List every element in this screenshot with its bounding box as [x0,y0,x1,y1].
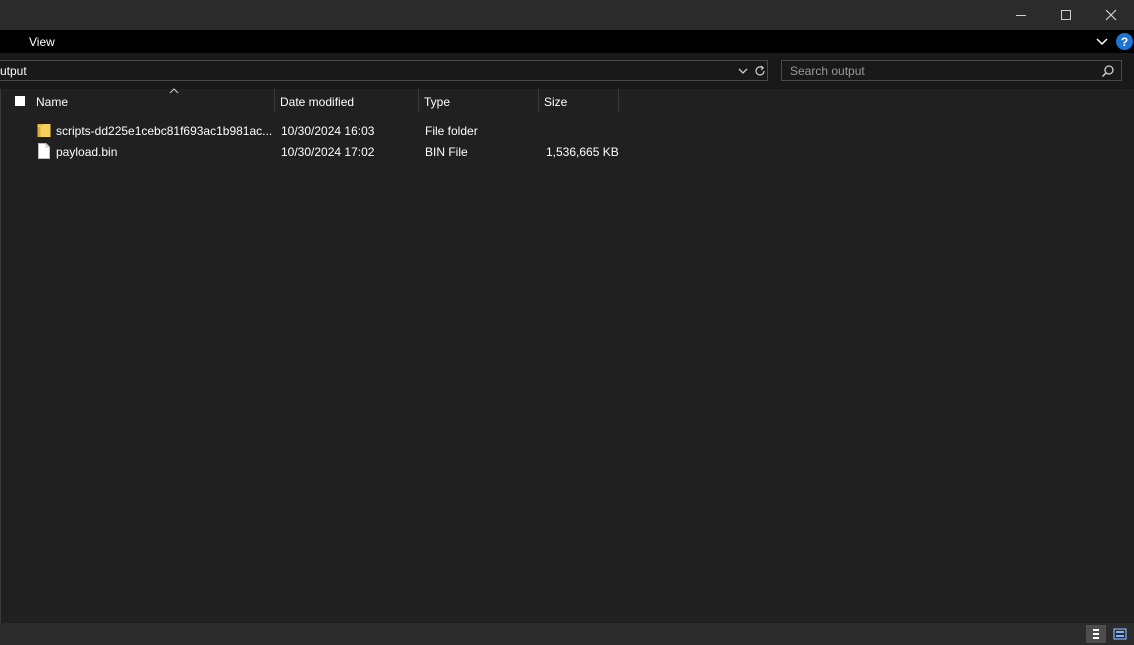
search-icon[interactable] [1101,64,1115,78]
column-header-date-modified[interactable]: Date modified [275,89,418,113]
refresh-icon [755,65,765,75]
column-header-size[interactable]: Size [539,89,618,113]
column-header-date-label: Date modified [280,95,355,109]
file-icon [38,143,50,159]
address-path: utput [0,64,27,78]
file-date-modified: 10/30/2024 16:03 [281,124,375,138]
maximize-icon [1061,10,1071,20]
search-box[interactable] [781,60,1122,81]
details-view-button[interactable] [1086,625,1106,643]
help-button[interactable]: ? [1116,33,1133,50]
column-header-size-label: Size [544,95,568,109]
file-name: payload.bin [56,145,118,159]
address-history-dropdown[interactable] [736,64,750,78]
refresh-button[interactable] [753,62,767,79]
ribbon-expand-button[interactable] [1094,34,1110,50]
column-divider[interactable] [618,89,619,113]
folder-icon [37,124,51,137]
address-bar[interactable]: utput [0,60,768,81]
select-all-checkbox[interactable] [15,96,25,106]
file-size: 1,536,665 KB [546,145,619,159]
chevron-down-icon [1096,38,1108,46]
tab-view[interactable]: View [29,35,55,49]
help-icon: ? [1120,34,1129,49]
file-list: Name Date modified Type Size scripts-dd2… [0,88,1134,623]
list-item[interactable]: scripts-dd225e1cebc81f693ac1b981ac... 10… [1,120,621,141]
file-date-modified: 10/30/2024 17:02 [281,145,375,159]
large-icons-view-icon [1113,628,1127,640]
chevron-down-icon [738,68,748,74]
title-bar [0,0,1134,30]
minimize-button[interactable] [998,0,1044,30]
ribbon: View ? [0,30,1134,53]
status-bar [0,623,1134,645]
minimize-icon [1016,15,1026,16]
close-icon [1105,9,1117,21]
details-view-icon [1093,629,1099,639]
close-button[interactable] [1088,0,1134,30]
file-type: BIN File [425,145,468,159]
sort-ascending-icon [169,88,179,94]
file-type: File folder [425,124,478,138]
column-header-name-label: Name [36,95,69,109]
column-header-type[interactable]: Type [419,89,538,113]
column-header-name[interactable]: Name [31,88,274,113]
large-icons-view-button[interactable] [1110,625,1130,643]
list-item[interactable]: payload.bin 10/30/2024 17:02 BIN File 1,… [1,141,621,162]
search-input[interactable] [790,63,1090,78]
column-header-type-label: Type [424,95,451,109]
maximize-button[interactable] [1043,0,1089,30]
file-name: scripts-dd225e1cebc81f693ac1b981ac... [56,124,273,138]
